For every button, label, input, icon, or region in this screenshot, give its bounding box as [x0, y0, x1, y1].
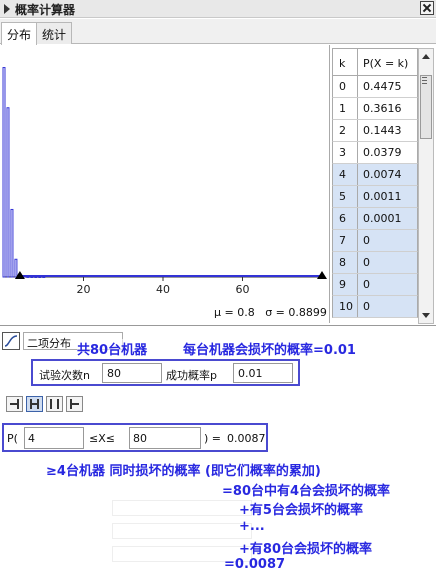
prob-suffix: ) =	[204, 432, 222, 445]
grip-icon	[422, 77, 427, 78]
bar-k-1	[6, 107, 10, 278]
probability-result: 0.0087	[227, 432, 266, 445]
two-tailed-icon[interactable]	[46, 396, 63, 412]
interval-icon[interactable]	[26, 396, 43, 412]
annotation-line-4: +...	[239, 519, 265, 534]
right-sided-icon[interactable]	[66, 396, 83, 412]
table-row[interactable]: 6 0.0001	[332, 208, 418, 230]
probability-cell: 0	[363, 256, 370, 269]
bar-k-3	[14, 258, 18, 278]
expand-triangle-icon[interactable]	[4, 4, 10, 14]
parameters-group: 试验次数n 80 成功概率p 0.01	[31, 359, 300, 386]
k-cell: 0	[333, 76, 358, 97]
annotation-line-1: ≥4台机器 同时损坏的概率 (即它们概率的累加)	[46, 464, 321, 479]
probability-cell: 0.0011	[363, 190, 402, 203]
p-column-header: P(X = k)	[363, 57, 409, 70]
probability-cell: 0.3616	[363, 102, 402, 115]
bar-k-6	[26, 276, 30, 278]
k-cell: 6	[333, 208, 358, 229]
table-row[interactable]: 90	[332, 274, 418, 296]
bar-k-2	[10, 208, 14, 278]
annotation-line-6: =0.0087	[224, 557, 286, 572]
tab-bar: 分布 统计	[0, 19, 436, 45]
probability-cell: 0	[363, 300, 370, 313]
table-scrollbar[interactable]	[418, 48, 434, 324]
std-dev-value: σ = 0.8899	[265, 306, 327, 319]
prob-prefix: P(	[7, 432, 18, 445]
scroll-up-icon[interactable]	[422, 54, 430, 59]
tab-statistics[interactable]: 统计	[36, 22, 73, 44]
trials-input[interactable]: 80	[102, 363, 162, 383]
scroll-down-icon[interactable]	[422, 313, 430, 318]
bar-k-8	[34, 276, 38, 278]
k-cell: 3	[333, 142, 358, 163]
probability-cell: 0.4475	[363, 80, 402, 93]
upper-bound-input[interactable]: 80	[129, 427, 201, 449]
k-column-header: k	[333, 49, 358, 75]
x-tick-label-60: 60	[236, 283, 250, 296]
success-prob-input[interactable]: 0.01	[233, 363, 293, 383]
annotation-line-5: +有80台会损坏的概率	[239, 542, 372, 557]
mean-value: μ = 0.8	[214, 306, 255, 319]
k-cell: 10	[333, 296, 358, 317]
window-title: 概率计算器	[15, 3, 76, 17]
probability-cell: 0.1443	[363, 124, 402, 137]
table-header: k P(X = k)	[332, 48, 418, 76]
bar-k-10	[42, 276, 46, 278]
x-tick-label-40: 40	[156, 283, 170, 296]
table-row[interactable]: 2 0.1443	[332, 120, 418, 142]
trials-label: 试验次数n	[39, 369, 90, 382]
probability-group: P( 4 ≤X≤ 80 ) = 0.0087	[2, 423, 268, 452]
table-row[interactable]: 80	[332, 252, 418, 274]
probability-cell: 0.0001	[363, 212, 402, 225]
k-cell: 9	[333, 274, 358, 295]
ghost-field	[112, 500, 252, 516]
probability-cell: 0.0074	[363, 168, 402, 181]
title-bar: 概率计算器	[0, 0, 436, 18]
annotation-per-machine: 每台机器会损坏的概率=0.01	[183, 343, 356, 358]
ghost-field	[112, 523, 252, 539]
table-row[interactable]: 0 0.4475	[332, 76, 418, 98]
k-cell: 4	[333, 164, 358, 185]
k-cell: 5	[333, 186, 358, 207]
distribution-chart: 20 40 60	[0, 45, 330, 323]
k-cell: 1	[333, 98, 358, 119]
success-prob-label: 成功概率p	[166, 369, 217, 382]
distribution-stats: μ = 0.8 σ = 0.8899	[214, 306, 327, 319]
k-cell: 8	[333, 252, 358, 273]
k-cell: 2	[333, 120, 358, 141]
table-row[interactable]: 3 0.0379	[332, 142, 418, 164]
annotation-line-2: =80台中有4台会损坏的概率	[222, 484, 391, 499]
bar-k-7	[30, 276, 34, 278]
k-cell: 7	[333, 230, 358, 251]
annotation-machines: 共80台机器	[77, 339, 148, 358]
bar-k-0	[2, 67, 6, 278]
close-icon[interactable]	[420, 1, 434, 15]
section-divider	[0, 325, 436, 326]
bar-k-9	[38, 276, 42, 278]
table-row[interactable]: 1 0.3616	[332, 98, 418, 120]
probability-cell: 0	[363, 278, 370, 291]
probability-table: k P(X = k) 0 0.4475 1 0.3616 2 0.1443 3 0.0379 4…	[332, 48, 418, 320]
table-row[interactable]: 10 0	[332, 296, 418, 318]
left-sided-icon[interactable]	[6, 396, 23, 412]
table-row[interactable]: 70	[332, 230, 418, 252]
table-row[interactable]: 4 0.0074	[332, 164, 418, 186]
probability-cell: 0	[363, 234, 370, 247]
lower-bound-input[interactable]: 4	[24, 427, 84, 449]
tab-distribution[interactable]: 分布	[1, 22, 38, 45]
scroll-thumb[interactable]	[420, 75, 432, 139]
distribution-curve-icon[interactable]	[2, 332, 20, 350]
table-row[interactable]: 5 0.0011	[332, 186, 418, 208]
relation-label: ≤X≤	[89, 432, 115, 445]
x-tick-label-20: 20	[77, 283, 91, 296]
chart-canvas: 20 40 60	[2, 67, 327, 296]
probability-cell: 0.0379	[363, 146, 402, 159]
annotation-line-3: +有5台会损坏的概率	[239, 503, 363, 518]
